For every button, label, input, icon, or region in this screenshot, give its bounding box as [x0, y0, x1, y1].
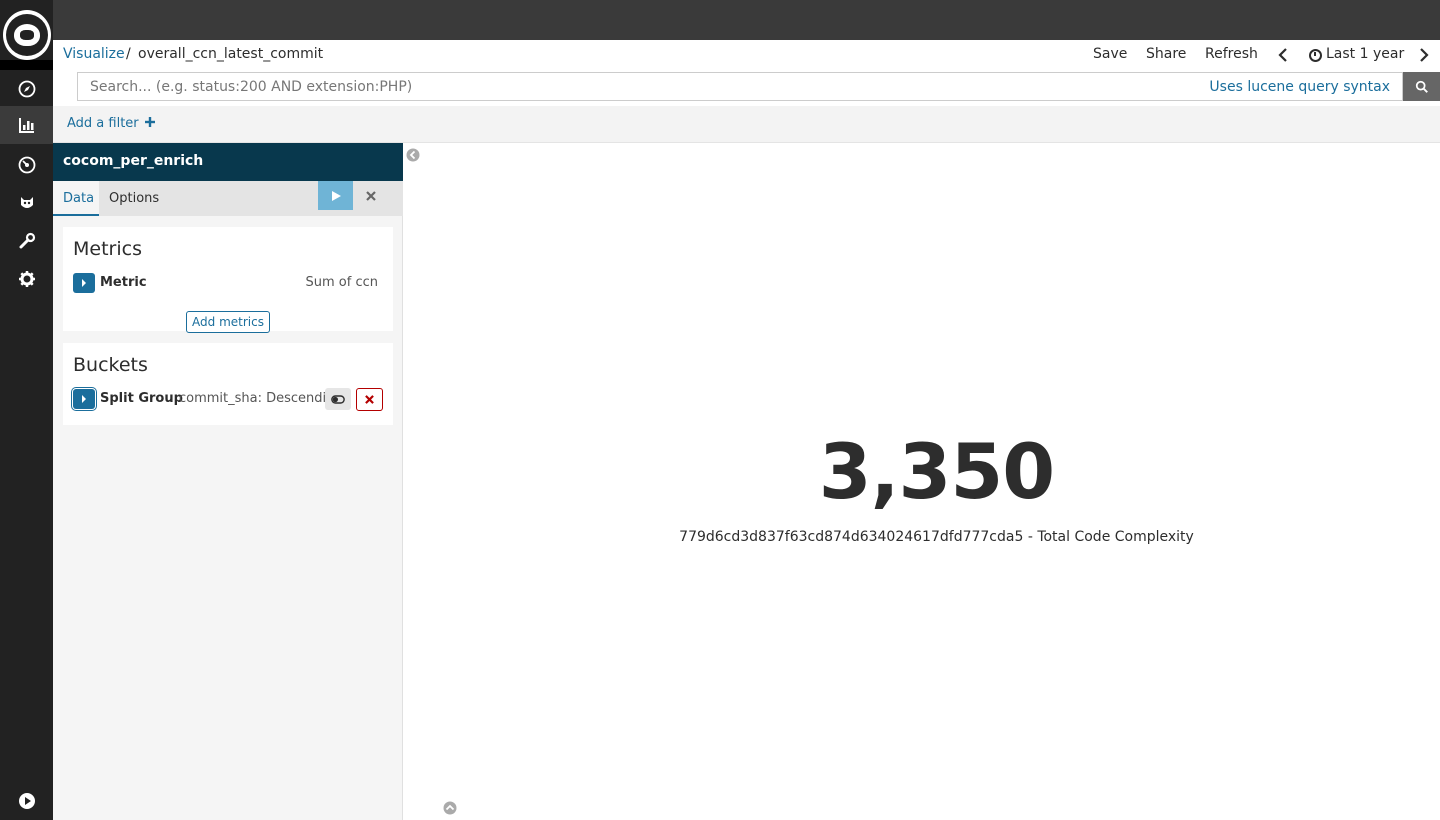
logo-emblem	[6, 14, 48, 56]
clock-icon	[1309, 49, 1322, 62]
time-range-picker[interactable]: Last 1 year	[1326, 46, 1404, 62]
metrics-panel: Metrics Metric Sum of ccn Add metrics	[63, 227, 393, 333]
toggle-spy-panel-icon[interactable]	[443, 801, 457, 815]
play-icon	[331, 190, 341, 201]
search-input[interactable]: Search... (e.g. status:200 AND extension…	[77, 72, 1403, 101]
chevron-left-icon[interactable]	[1275, 47, 1291, 63]
close-icon	[365, 190, 376, 201]
breadcrumb-visualize[interactable]: Visualize	[63, 46, 125, 62]
chevron-right-icon[interactable]	[1416, 47, 1432, 63]
toggle-icon	[331, 394, 345, 404]
discard-changes-button[interactable]	[353, 181, 388, 210]
caret-right-icon	[82, 395, 86, 403]
refresh-button[interactable]: Refresh	[1205, 46, 1258, 62]
search-button[interactable]	[1403, 72, 1440, 101]
search-row: Search... (e.g. status:200 AND extension…	[53, 70, 1440, 106]
logo-band	[0, 60, 53, 70]
expand-bucket-button[interactable]	[73, 389, 95, 409]
bucket-label: Split Group	[100, 391, 183, 406]
app-logo[interactable]	[3, 10, 51, 60]
toggle-bucket-button[interactable]	[325, 388, 351, 410]
nav-dashboard-icon[interactable]	[0, 146, 53, 184]
index-pattern-header: cocom_per_enrich	[53, 143, 403, 181]
search-placeholder: Search... (e.g. status:200 AND extension…	[90, 79, 413, 95]
tab-options[interactable]: Options	[109, 181, 159, 216]
nav-timelion-icon[interactable]	[0, 184, 53, 222]
vis-editor-sidebar: cocom_per_enrich Data Options Metrics Me…	[53, 143, 403, 820]
breadcrumb-separator: /	[126, 46, 131, 62]
add-filter-label: Add a filter	[67, 116, 139, 131]
collapse-nav-icon[interactable]	[0, 782, 53, 820]
nav-discover-icon[interactable]	[0, 70, 53, 108]
collapse-sidebar-icon[interactable]	[406, 148, 420, 162]
caret-right-icon	[82, 279, 86, 287]
index-pattern-title: cocom_per_enrich	[63, 153, 204, 169]
top-bar	[53, 0, 1440, 40]
expand-metric-button[interactable]	[73, 273, 95, 293]
lucene-syntax-link[interactable]: Uses lucene query syntax	[1209, 79, 1390, 95]
add-filter-link[interactable]: Add a filter	[67, 116, 155, 131]
tab-data[interactable]: Data	[53, 181, 99, 216]
metrics-title: Metrics	[73, 238, 142, 260]
plus-icon	[144, 117, 155, 127]
buckets-title: Buckets	[73, 354, 148, 376]
nav-visualize-icon[interactable]	[0, 106, 53, 144]
bucket-description: commit_sha: Descending	[179, 391, 343, 406]
nav-dev-tools-icon[interactable]	[0, 222, 53, 260]
editor-tabs: Data Options	[53, 181, 403, 216]
add-metrics-button[interactable]: Add metrics	[186, 311, 270, 333]
search-icon	[1415, 80, 1428, 93]
left-nav	[0, 0, 53, 820]
metric-value: 3,350	[818, 427, 1055, 516]
nav-management-icon[interactable]	[0, 260, 53, 298]
apply-changes-button[interactable]	[318, 181, 353, 210]
remove-bucket-button[interactable]	[356, 388, 383, 411]
metric-description: Sum of ccn	[305, 275, 378, 290]
buckets-panel: Buckets Split Group commit_sha: Descendi…	[63, 343, 393, 425]
close-icon	[365, 395, 374, 404]
share-button[interactable]: Share	[1146, 46, 1186, 62]
header-row: Visualize / overall_ccn_latest_commit Sa…	[53, 40, 1440, 70]
breadcrumb-current: overall_ccn_latest_commit	[138, 46, 324, 62]
metric-value-label: 779d6cd3d837f63cd874d634024617dfd777cda5…	[679, 529, 1194, 545]
visualization-area: 3,350 779d6cd3d837f63cd874d634024617dfd7…	[403, 143, 1440, 820]
metric-label: Metric	[100, 275, 147, 290]
filter-bar: Add a filter	[53, 106, 1440, 143]
save-button[interactable]: Save	[1093, 46, 1127, 62]
